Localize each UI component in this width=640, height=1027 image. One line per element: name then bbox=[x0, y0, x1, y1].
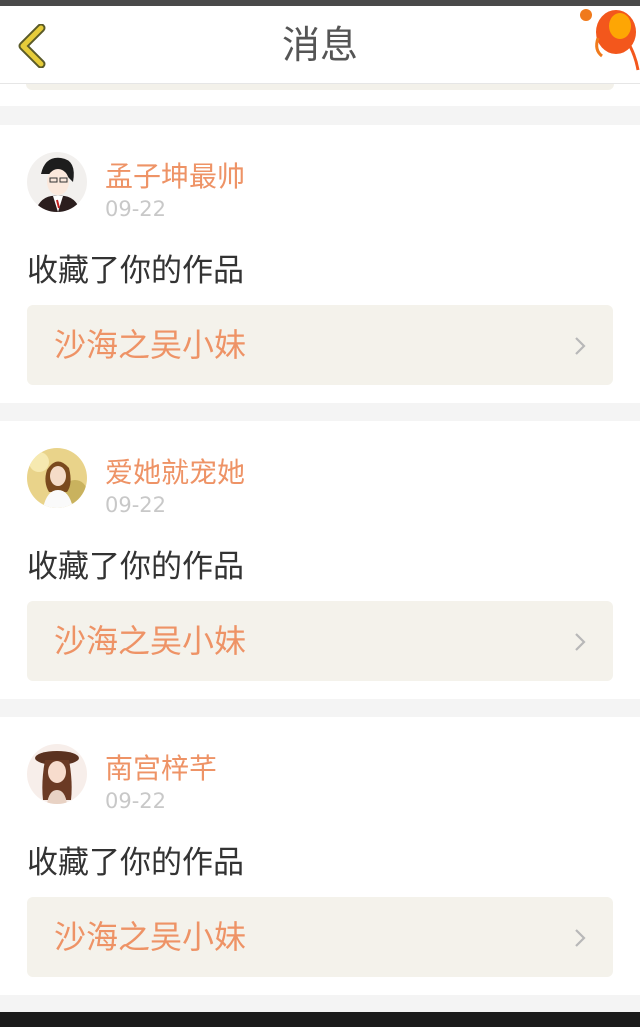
previous-work-link-remnant bbox=[26, 84, 614, 90]
work-title: 沙海之吴小妹 bbox=[54, 918, 247, 956]
work-title: 沙海之吴小妹 bbox=[54, 622, 247, 660]
message-date: 09-22 bbox=[105, 493, 167, 517]
action-text: 收藏了你的作品 bbox=[27, 845, 244, 881]
message-card: 孟子坤最帅 09-22 收藏了你的作品 沙海之吴小妹 bbox=[0, 125, 640, 403]
system-nav-bar-edge bbox=[0, 1012, 640, 1027]
work-link[interactable]: 沙海之吴小妹 bbox=[27, 601, 613, 681]
page-title: 消息 bbox=[281, 23, 358, 67]
work-title: 沙海之吴小妹 bbox=[54, 326, 247, 364]
chevron-right-icon bbox=[575, 929, 586, 947]
work-link[interactable]: 沙海之吴小妹 bbox=[27, 897, 613, 977]
username[interactable]: 爱她就宠她 bbox=[105, 451, 245, 491]
username[interactable]: 孟子坤最帅 bbox=[105, 155, 245, 195]
avatar[interactable] bbox=[27, 744, 87, 804]
action-text: 收藏了你的作品 bbox=[27, 253, 244, 289]
avatar[interactable] bbox=[27, 152, 87, 212]
message-date: 09-22 bbox=[105, 789, 167, 813]
message-card: 爱她就宠她 09-22 收藏了你的作品 沙海之吴小妹 bbox=[0, 421, 640, 699]
work-link[interactable]: 沙海之吴小妹 bbox=[27, 305, 613, 385]
username[interactable]: 南宫梓芊 bbox=[105, 747, 217, 787]
message-date: 09-22 bbox=[105, 197, 167, 221]
top-nav-bar: 消息 bbox=[0, 6, 640, 84]
action-text: 收藏了你的作品 bbox=[27, 549, 244, 585]
chevron-right-icon bbox=[575, 337, 586, 355]
lantern-icon bbox=[580, 9, 640, 71]
avatar[interactable] bbox=[27, 448, 87, 508]
chevron-right-icon bbox=[575, 633, 586, 651]
message-card: 南宫梓芊 09-22 收藏了你的作品 沙海之吴小妹 bbox=[0, 717, 640, 995]
